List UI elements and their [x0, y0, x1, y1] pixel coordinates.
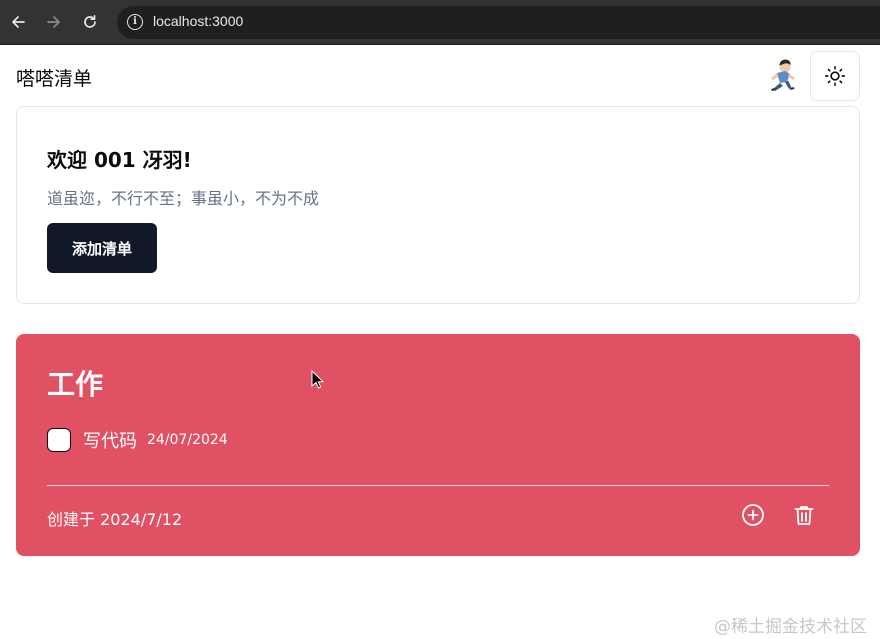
created-date: 创建于 2024/7/12: [47, 510, 183, 529]
add-list-button[interactable]: 添加清单: [47, 223, 157, 273]
mouse-cursor-icon: [311, 370, 325, 389]
forward-button[interactable]: [43, 11, 65, 33]
plus-circle-icon: [742, 504, 764, 526]
watermark: @稀土掘金技术社区: [714, 617, 867, 637]
todo-date: 24/07/2024: [147, 432, 228, 448]
todo-item: 写代码 24/07/2024: [47, 427, 228, 453]
app-title: 嗒嗒清单: [16, 68, 93, 90]
trash-icon: [794, 506, 814, 525]
sun-icon: [825, 66, 845, 86]
reload-button[interactable]: [79, 11, 101, 33]
welcome-card: 欢迎 001 冴羽! 道虽迩，不行不至；事虽小，不为不成 添加清单: [16, 106, 860, 304]
address-bar[interactable]: i localhost:3000: [117, 6, 880, 39]
theme-toggle-button[interactable]: [810, 51, 860, 101]
welcome-title: 欢迎 001 冴羽!: [47, 148, 192, 172]
welcome-subtitle: 道虽迩，不行不至；事虽小，不为不成: [47, 189, 320, 208]
avatar[interactable]: [763, 57, 801, 95]
add-item-button[interactable]: [740, 502, 766, 528]
list-title: 工作: [47, 368, 104, 401]
avatar-image: [771, 59, 795, 91]
todo-text: 写代码: [83, 431, 137, 452]
browser-toolbar: i localhost:3000: [0, 0, 880, 45]
list-card: 工作 写代码 24/07/2024 创建于 2024/7/12: [16, 334, 860, 556]
url-text: localhost:3000: [153, 13, 244, 29]
reload-icon: [84, 14, 96, 28]
back-button[interactable]: [7, 11, 29, 33]
todo-checkbox[interactable]: [47, 428, 71, 452]
arrow-left-icon: [12, 16, 25, 28]
info-icon[interactable]: i: [127, 14, 143, 30]
delete-list-button[interactable]: [791, 502, 817, 528]
divider: [47, 485, 829, 486]
arrow-right-icon: [47, 16, 60, 28]
